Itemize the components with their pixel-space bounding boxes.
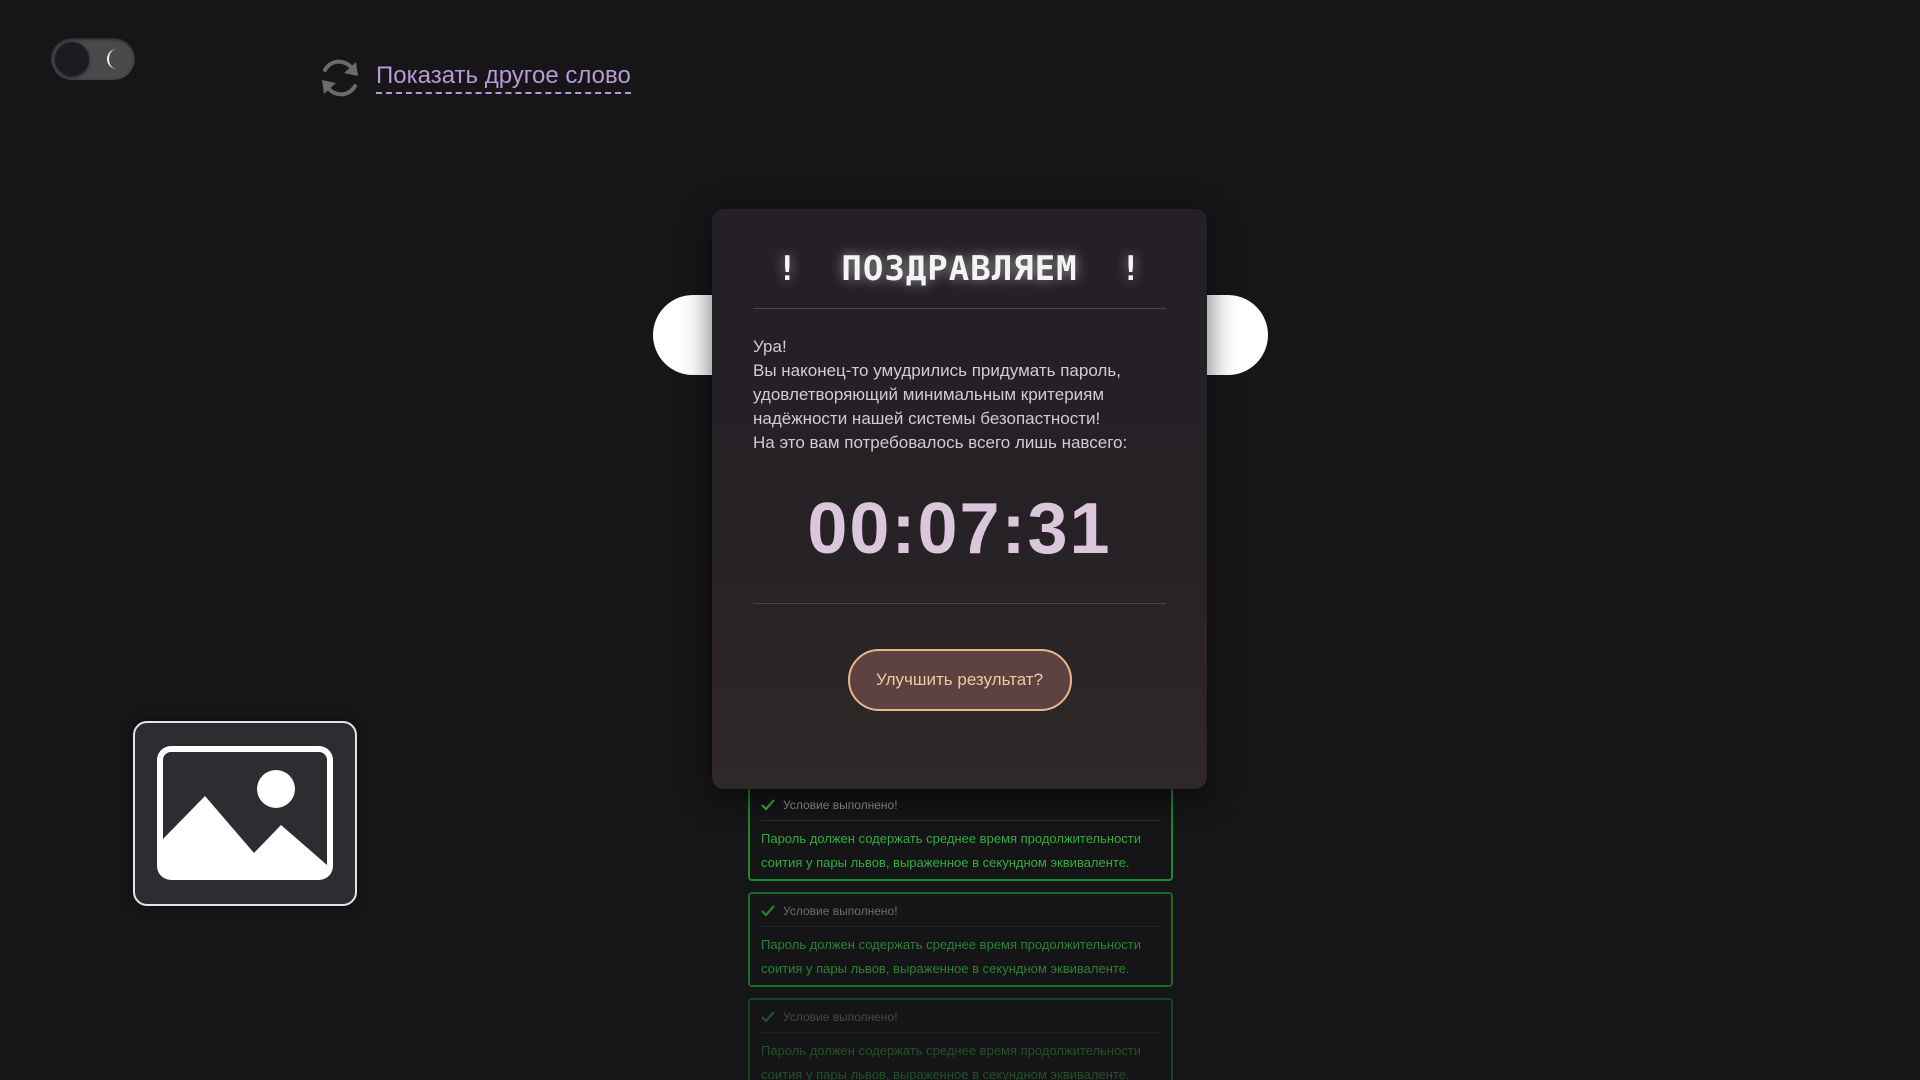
message-line: надёжности нашей системы безопастности! (753, 409, 1101, 428)
elapsed-timer: 00:07:31 (807, 489, 1112, 569)
message-line: Вы наконец-то умудрились придумать парол… (753, 361, 1121, 380)
check-icon (761, 799, 775, 811)
rule-status-label: Условие выполнено! (783, 904, 898, 918)
refresh-icon (322, 59, 358, 97)
image-icon (157, 746, 333, 880)
page: Показать другое слово Условие выполнено!… (0, 0, 1920, 1080)
show-another-word-link[interactable]: Показать другое слово (316, 54, 631, 102)
rule-card: Условие выполнено! Пароль должен содержа… (748, 892, 1173, 987)
rule-card: Условие выполнено! Пароль должен содержа… (748, 786, 1173, 881)
rule-text: Пароль должен содержать среднее время пр… (761, 1043, 1142, 1080)
image-placeholder[interactable] (133, 721, 357, 906)
divider (753, 603, 1166, 604)
congrats-modal: ! ПОЗДРАВЛЯЕМ ! Ура! Вы наконец-то умудр… (712, 209, 1207, 789)
rule-card: Условие выполнено! Пароль должен содержа… (748, 998, 1173, 1080)
improve-result-button[interactable]: Улучшить результат? (847, 649, 1072, 711)
modal-message: Ура! Вы наконец-то умудрились придумать … (753, 335, 1166, 455)
rule-status: Условие выполнено! (761, 904, 1161, 927)
message-line: На это вам потребовалось всего лишь навс… (753, 433, 1128, 452)
check-icon (761, 905, 775, 917)
rule-text: Пароль должен содержать среднее время пр… (761, 937, 1142, 976)
show-another-word-label[interactable]: Показать другое слово (376, 62, 631, 94)
check-icon (761, 1011, 775, 1023)
rule-status-label: Условие выполнено! (783, 798, 898, 812)
rule-status: Условие выполнено! (761, 798, 1161, 821)
message-line: Ура! (753, 337, 787, 356)
message-line: удовлетворяющий минимальным критериям (753, 385, 1105, 404)
toggle-knob (55, 42, 89, 76)
rule-status: Условие выполнено! (761, 1010, 1161, 1033)
divider (753, 308, 1166, 309)
rule-status-label: Условие выполнено! (783, 1010, 898, 1024)
modal-title: ! ПОЗДРАВЛЯЕМ ! (777, 249, 1142, 289)
rule-text: Пароль должен содержать среднее время пр… (761, 831, 1142, 870)
moon-icon (107, 49, 117, 69)
theme-toggle[interactable] (51, 38, 135, 80)
